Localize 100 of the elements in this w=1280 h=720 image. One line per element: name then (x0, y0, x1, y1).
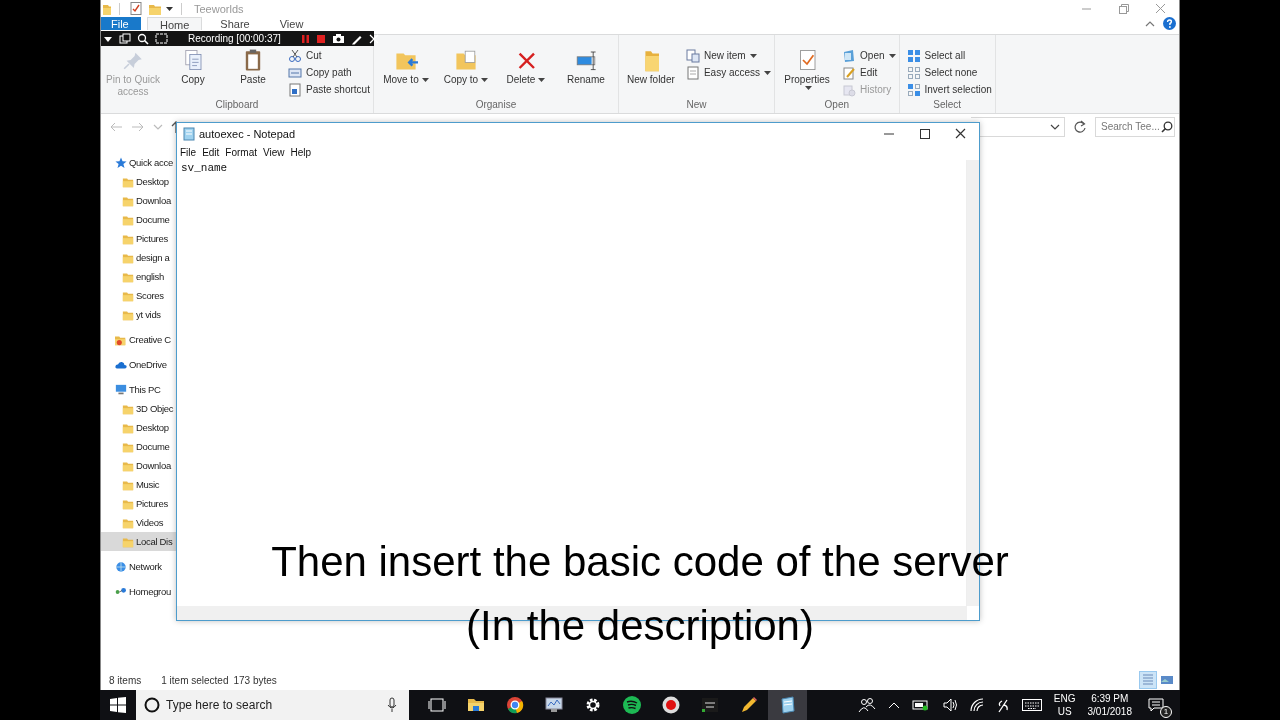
tree-item[interactable]: Desktop (101, 418, 176, 437)
group-label: Select (932, 99, 963, 112)
keyboard-icon[interactable] (1021, 699, 1042, 711)
ribbon-button[interactable]: Rename (556, 48, 615, 86)
clock[interactable]: 6:39 PM 3/01/2018 (1087, 692, 1132, 718)
file-tab[interactable]: File (101, 17, 141, 30)
shortcut-icon (288, 82, 302, 97)
language-indicator[interactable]: ENG US (1053, 692, 1076, 718)
computer-icon (115, 383, 127, 396)
ribbon-button[interactable]: Delete (496, 48, 555, 86)
checklist-icon[interactable] (130, 2, 142, 15)
game-icon (699, 695, 720, 715)
taskbar-app[interactable] (768, 690, 807, 720)
tree-item[interactable]: OneDrive (101, 355, 176, 374)
ribbon-tab[interactable]: Share (208, 17, 262, 30)
folder-copy-icon (453, 48, 478, 72)
ribbon-button[interactable]: Select all (906, 48, 992, 63)
caret-icon (153, 122, 163, 131)
caret-icon (538, 78, 546, 82)
tree-item[interactable]: Music (101, 475, 176, 494)
monitor-icon (543, 695, 564, 715)
tree-item[interactable]: 3D Objec (101, 399, 176, 418)
message-icon (1148, 698, 1164, 712)
caret-icon (421, 78, 429, 82)
caret-icon (1145, 19, 1155, 28)
ribbon-button[interactable]: New folder (621, 48, 680, 86)
refresh-icon[interactable] (1073, 119, 1087, 134)
ribbon-button[interactable]: Paste (224, 48, 282, 86)
clock-time: 6:39 PM (1091, 692, 1129, 705)
search-field[interactable]: Search Tee... (1095, 116, 1175, 137)
tree-item[interactable]: This PC (101, 380, 176, 399)
search-input[interactable]: Type here to search (166, 698, 381, 712)
wifi-icon[interactable] (969, 698, 984, 712)
ribbon-button[interactable]: Select none (906, 65, 992, 80)
menu-item[interactable]: Edit (202, 147, 220, 158)
tree-item[interactable]: Homegrou (101, 582, 176, 601)
tree-item[interactable]: Desktop (101, 172, 176, 191)
tree-item[interactable]: Videos (101, 513, 176, 532)
pause-icon[interactable] (300, 33, 310, 44)
windows-icon[interactable] (119, 32, 131, 45)
camera-icon[interactable] (331, 33, 345, 44)
ribbon-button[interactable]: Move to (376, 48, 435, 86)
ribbon-button[interactable]: Properties (778, 48, 837, 90)
battery-icon[interactable] (911, 699, 930, 711)
tree-item[interactable]: Docume (101, 437, 176, 456)
task-view-icon (426, 695, 447, 715)
group-label: New (685, 99, 708, 112)
copy-path-icon (288, 65, 302, 80)
tree-item[interactable]: Pictures (101, 494, 176, 513)
tree-item[interactable]: Downloa (101, 191, 176, 210)
menu-item[interactable]: Help (290, 147, 312, 158)
tree-item[interactable]: yt vids (101, 305, 176, 324)
editor-text: sv_name (181, 162, 229, 174)
ribbon-button[interactable]: Copy to (436, 48, 495, 86)
open-icon (842, 48, 857, 63)
tree-item[interactable]: Pictures (101, 229, 176, 248)
ribbon-button[interactable]: Cut (288, 48, 370, 63)
search-icon[interactable] (137, 32, 149, 45)
search-input[interactable]: Search Tee... (1101, 121, 1161, 132)
star-icon (115, 156, 127, 169)
stop-icon[interactable] (315, 33, 326, 44)
ribbon-button[interactable]: Invert selection (906, 82, 992, 97)
menu-item[interactable]: View (263, 147, 285, 158)
ribbon-tab[interactable]: Home (147, 17, 203, 30)
windows-logo-icon[interactable] (110, 697, 126, 713)
ribbon-button[interactable]: Open (842, 48, 896, 63)
ribbon-button[interactable]: Easy access (685, 65, 772, 80)
tree-item[interactable]: Network (101, 557, 176, 576)
ribbon-tab[interactable]: View (267, 17, 316, 30)
tree-item[interactable]: Quick acce (101, 153, 176, 172)
ribbon-button[interactable]: Edit (842, 65, 896, 80)
screen-region-icon[interactable] (155, 33, 168, 44)
record-icon (660, 695, 681, 715)
ribbon-button[interactable]: Copy path (288, 65, 370, 80)
document-icon (685, 65, 700, 80)
notification-badge: 1 (1160, 706, 1172, 718)
taskbar-search-box[interactable]: Type here to search (136, 690, 409, 720)
tree-item[interactable]: Downloa (101, 456, 176, 475)
tree-item[interactable]: Scores (101, 286, 176, 305)
people-icon[interactable] (857, 697, 876, 713)
tree-item[interactable]: english (101, 267, 176, 286)
close-icon[interactable] (368, 33, 379, 44)
menu-item[interactable]: Format (225, 147, 258, 158)
volume-icon[interactable] (941, 698, 958, 712)
caret-icon (805, 86, 813, 90)
caret-icon (764, 70, 772, 75)
group-label: Open (823, 99, 851, 112)
menu-item[interactable]: File (180, 147, 197, 158)
window-title: Teeworlds (194, 2, 244, 15)
notification-button[interactable]: 1 (1144, 691, 1172, 719)
tree-item[interactable]: Local Dis (101, 532, 176, 551)
help-icon[interactable] (1163, 17, 1176, 30)
chevron-up-icon[interactable] (887, 701, 900, 709)
ribbon-button[interactable]: New item (685, 48, 772, 63)
tree-item[interactable]: design a (101, 248, 176, 267)
tree-item[interactable]: Docume (101, 210, 176, 229)
tree-item[interactable]: Creative C (101, 330, 176, 349)
ribbon-button[interactable]: Paste shortcut (288, 82, 370, 97)
ribbon-button[interactable]: Copy (164, 48, 222, 86)
caret-icon (1050, 122, 1060, 131)
